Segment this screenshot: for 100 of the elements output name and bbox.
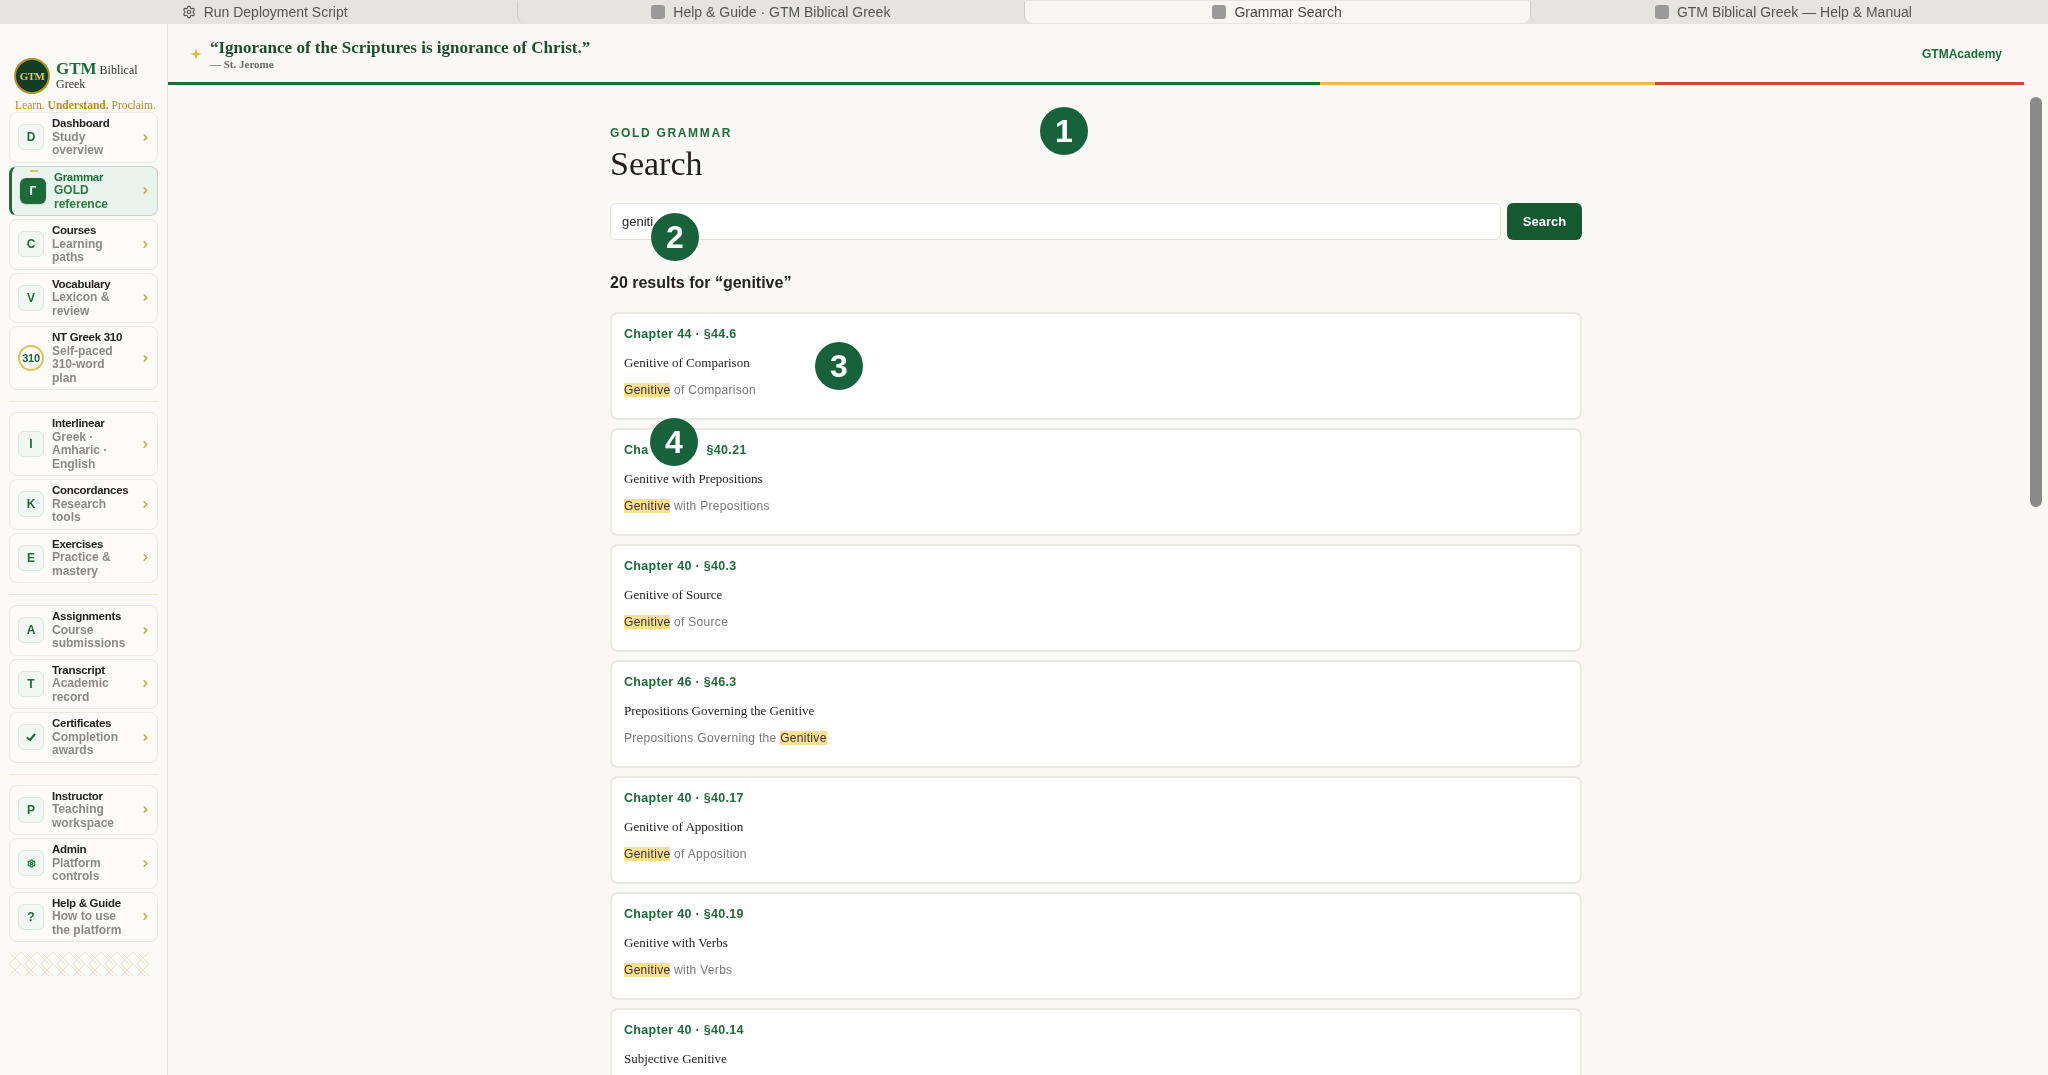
browser-tab[interactable]: Grammar Search [1023,1,1530,23]
site-icon [1654,5,1669,19]
result-heading: Chapter 40 · §40.14 [624,1022,744,1039]
result-title: Genitive of Apposition [624,817,744,836]
nav-title: Dashboard [52,117,111,131]
result-title: Genitive with Prepositions [624,469,763,488]
chevron-icon [140,238,151,250]
gear-icon [18,850,44,877]
nav-subtitle: Lexicon & review [52,291,111,318]
result-heading: Chapter 44 · §44.6 [624,326,737,343]
results-summary: 20 results for “genitive” [610,273,793,293]
logo: GTM [14,58,50,94]
result-snippet: Prepositions Governing the Genitive [624,730,828,748]
nav-title: Interlinear [52,417,106,431]
eyebrow-label: GOLD GRAMMAR [610,125,733,142]
result-card[interactable]: Chapter 40 · §40.3 Genitive of Source Genitive of Source [610,544,1582,652]
result-title: Genitive of Comparison [624,353,750,372]
result-snippet: Genitive of Apposition [624,846,748,864]
nav-title: Grammar [54,170,105,184]
nav-item[interactable]: E Exercises Practice & mastery [9,532,158,583]
nav-subtitle: Academic record [52,677,110,704]
page-title: Search [610,144,703,184]
browser-tab[interactable]: Help & Guide · GTM Biblical Greek [517,1,1024,23]
nav-badge: I [18,431,44,457]
result-title: Genitive with Verbs [624,933,728,952]
nav-item[interactable]: V Vocabulary Lexicon & review [9,272,158,323]
result-title: Prepositions Governing the Genitive [624,701,815,720]
site-icon [651,5,666,19]
nav-item[interactable]: C Courses Learning paths [9,219,158,270]
nav-item[interactable]: I Interlinear Greek · Amharic · English [9,412,158,476]
nav-item[interactable]: D Dashboard Study overview [9,112,158,163]
nav-item[interactable]: K Concordances Research tools [9,479,158,530]
site-icon [1212,5,1227,19]
nav-badge: V [18,284,44,311]
result-heading: Chapter 40 · §40.3 [624,558,737,575]
nav-item[interactable]: 310 NT Greek 310 Self-paced 310-word plan [9,326,158,390]
quote-text: “Ignorance of the Scriptures is ignorance of Christ.” [210,38,592,58]
result-snippet: Genitive of Comparison [624,382,757,400]
nav-item[interactable]: Certificates Completion awards [9,712,158,763]
chevron-icon [140,804,151,816]
nav-badge: A [18,617,44,644]
chevron-icon [140,552,151,564]
result-snippet: Genitive with Verbs [624,962,734,980]
nav-subtitle: Platform controls [52,856,102,884]
result-card[interactable]: Chapter 40 · §40.17 Genitive of Apposition Genitive of Apposition [610,776,1582,884]
nav-subtitle: How to use the platform [52,910,123,937]
nav-item[interactable]: A Assignments Course submissions [9,605,158,656]
nav-badge: ? [18,903,44,930]
scrollbar[interactable] [2030,97,2042,507]
nav-subtitle: Teaching workspace [52,803,116,830]
nav-badge: P [18,796,44,823]
chevron-icon [140,857,151,869]
nav-badge: 310 [18,345,44,371]
result-card[interactable]: Chapter 40 · §40.19 Genitive with Verbs Genitive with Verbs [610,892,1582,1000]
result-card[interactable]: Chapter 40 · §40.14 Subjective Genitive [610,1008,1582,1075]
nav-subtitle: Greek · Amharic · English [52,430,109,471]
nav-subtitle: Self-paced 310-word plan [52,344,114,385]
nav-title: Assignments [52,610,123,624]
result-heading: §40.21 [706,442,747,459]
nav-badge: K [18,491,44,518]
result-heading: Chapter 46 · §46.3 [624,674,737,691]
account-link[interactable]: GTMAcademy [1921,45,2002,63]
browser-tab[interactable]: Run Deployment Script [12,1,518,23]
nav-title: Vocabulary [52,277,112,291]
chevron-icon [140,911,151,923]
result-heading: Cha [624,442,649,459]
chevron-icon [140,438,151,450]
chevron-icon [140,185,151,197]
result-card[interactable]: Chapter 46 · §46.3 Prepositions Governing the Genitive Prepositions Governing the Genitive [610,660,1582,768]
nav-subtitle: Course submissions [52,623,127,651]
nav-badge: E [18,544,44,571]
chevron-icon [140,624,151,636]
tagline: Learn. Understand. Proclaim. [14,98,157,112]
result-heading: Chapter 40 · §40.17 [624,790,744,807]
nav-title: Instructor [52,789,104,803]
chevron-icon [140,352,151,364]
search-button[interactable]: Search [1507,203,1582,240]
chevron-icon [140,131,151,143]
gear-icon [181,5,196,19]
nav-badge: D [18,124,44,151]
nav-title: Courses [52,224,97,238]
nav-item[interactable]: T Transcript Academic record [9,658,158,709]
nav-item[interactable]: Г Grammar GOLD reference [9,165,158,216]
nav-item[interactable]: P Instructor Teaching workspace [9,784,158,835]
nav-badge: C [18,231,44,258]
result-title: Genitive of Source [624,585,723,604]
result-snippet: Genitive of Source [624,614,730,632]
browser-tab[interactable]: GTM Biblical Greek — Help & Manual [1529,1,2036,23]
nav-title: Certificates [52,717,113,731]
nav-item[interactable]: ? Help & Guide How to use the platform [9,891,158,942]
nav-item[interactable]: Admin Platform controls [9,838,158,889]
nav-subtitle: Study overview [52,130,105,158]
nav-subtitle: Completion awards [52,730,119,758]
result-snippet: Genitive with Prepositions [624,498,771,516]
nav-subtitle: Learning paths [52,237,104,265]
nav-title: Admin [52,843,88,857]
chevron-icon [140,731,151,743]
chevron-icon [140,678,151,690]
nav-subtitle: GOLD reference [54,184,110,211]
step-marker: 1 [1040,107,1088,155]
